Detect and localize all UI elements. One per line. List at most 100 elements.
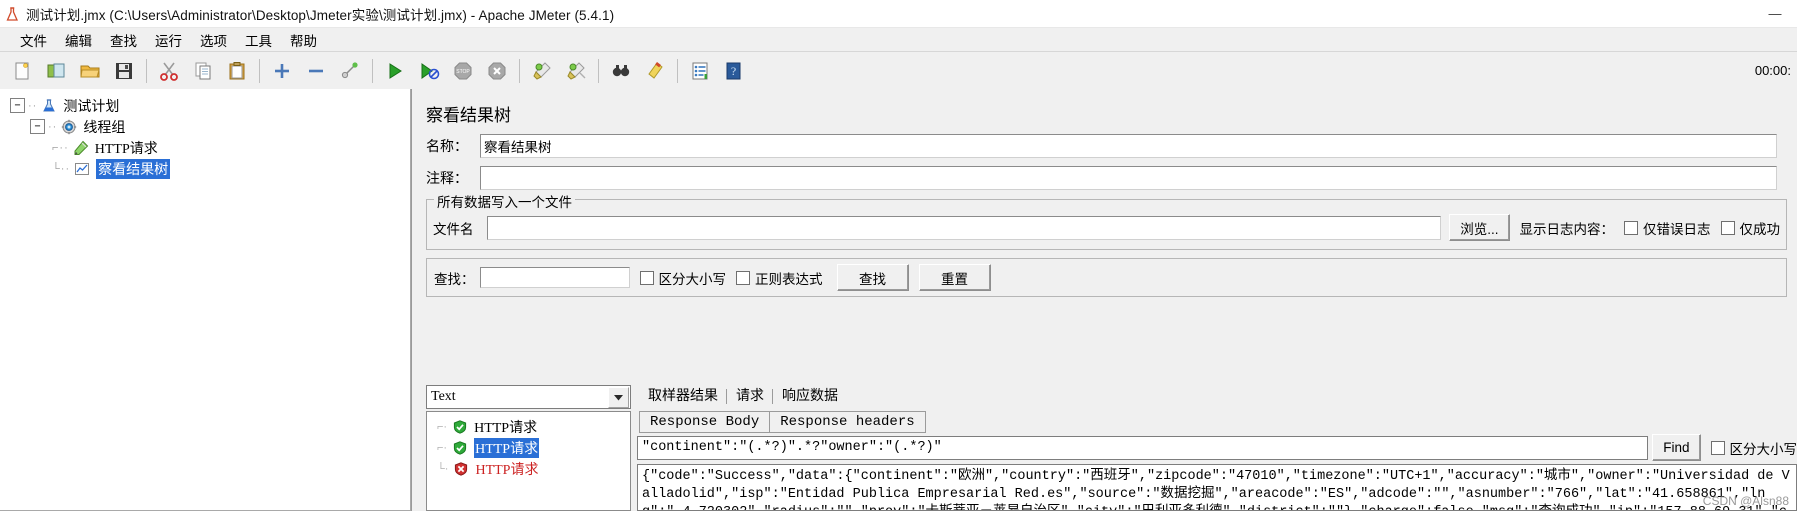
- jmeter-flask-icon: [0, 6, 26, 22]
- checkbox-response-case-sensitive[interactable]: [1710, 440, 1725, 455]
- subtab-response-headers[interactable]: Response headers: [769, 411, 926, 433]
- browse-button[interactable]: 浏览...: [1449, 214, 1510, 241]
- result-item-label: HTTP请求: [475, 462, 539, 478]
- menu-help[interactable]: 帮助: [281, 28, 326, 52]
- toolbar-group-run: STOP: [378, 55, 514, 87]
- window-title: 测试计划.jmx (C:\Users\Administrator\Desktop…: [26, 7, 615, 23]
- response-find-button[interactable]: Find: [1652, 434, 1701, 461]
- start-icon[interactable]: [379, 55, 411, 87]
- new-icon[interactable]: [6, 55, 38, 87]
- checkbox-errors-only[interactable]: [1624, 220, 1638, 235]
- toolbar-group-file: [5, 55, 141, 87]
- tree-label: HTTP请求: [94, 141, 158, 157]
- subtab-response-body[interactable]: Response Body: [639, 411, 771, 433]
- filename-label: 文件名: [433, 221, 474, 237]
- toolbar-group-search: [604, 55, 672, 87]
- result-item-label: HTTP请求: [474, 437, 540, 458]
- toolbar-group-tree: [265, 55, 367, 87]
- filename-input[interactable]: [487, 215, 1442, 240]
- checkbox-regex-label: 正则表达式: [755, 271, 823, 287]
- result-item-3[interactable]: └· HTTP请求: [427, 458, 630, 479]
- tab-sampler-result[interactable]: 取样器结果: [639, 385, 727, 407]
- collapse-icon[interactable]: [300, 55, 332, 87]
- menu-tools[interactable]: 工具: [236, 28, 281, 52]
- function-helper-icon[interactable]: [684, 55, 716, 87]
- tree-connector: ⌐··: [52, 141, 69, 154]
- menu-run[interactable]: 运行: [146, 28, 191, 52]
- watermark: CSDN @Alsn88: [1702, 494, 1789, 508]
- tree-connector: └··: [52, 162, 71, 175]
- jmeter-window: 测试计划.jmx (C:\Users\Administrator\Desktop…: [0, 0, 1797, 511]
- tab-response-data[interactable]: 响应数据: [773, 385, 847, 407]
- save-icon[interactable]: [108, 55, 140, 87]
- test-plan-icon: [39, 97, 59, 115]
- results-right-column: 取样器结果 请求 响应数据 Response Body Response hea…: [637, 385, 1797, 511]
- find-button[interactable]: 查找: [836, 264, 909, 291]
- open-icon[interactable]: [74, 55, 106, 87]
- stop-icon[interactable]: STOP: [447, 55, 479, 87]
- checkbox-regex[interactable]: [736, 270, 750, 285]
- sampler-result-list[interactable]: ⌐· HTTP请求 ⌐· HTTP请求 └· HTTP请求: [426, 411, 631, 511]
- checkbox-success-only-label: 仅成功: [1739, 221, 1781, 237]
- tree-connector: ··: [28, 99, 38, 112]
- cut-icon[interactable]: [153, 55, 185, 87]
- help-icon[interactable]: ?: [718, 55, 750, 87]
- comment-label: 注释：: [426, 170, 468, 186]
- renderer-combo[interactable]: Text: [426, 385, 631, 409]
- name-row: 名称： 察看结果树: [412, 132, 1797, 160]
- tree-node-http-request[interactable]: ⌐·· HTTP请求: [8, 137, 410, 158]
- tree-connector: ⌐·: [437, 441, 448, 454]
- success-shield-icon: [450, 439, 470, 457]
- expander-thread-group[interactable]: −: [30, 119, 45, 134]
- tree-node-test-plan[interactable]: − ·· 测试计划: [8, 95, 410, 116]
- clear-all-icon[interactable]: [560, 55, 592, 87]
- title-bar: 测试计划.jmx (C:\Users\Administrator\Desktop…: [0, 0, 1797, 28]
- toolbar-group-edit: [152, 55, 254, 87]
- result-item-2[interactable]: ⌐· HTTP请求: [427, 437, 630, 458]
- chevron-down-icon[interactable]: [608, 386, 629, 408]
- shutdown-icon[interactable]: [481, 55, 513, 87]
- comment-input[interactable]: [480, 166, 1777, 190]
- page-title: 察看结果树: [426, 106, 511, 125]
- expand-icon[interactable]: [266, 55, 298, 87]
- search-bar: 查找： 区分大小写 正则表达式 查找 重置: [426, 258, 1787, 297]
- tree-label: 测试计划: [63, 97, 120, 114]
- toolbar-group-clear: [525, 55, 593, 87]
- menu-file[interactable]: 文件: [11, 28, 56, 52]
- menu-options[interactable]: 选项: [191, 28, 236, 52]
- elapsed-clock: 00:00:: [1754, 63, 1791, 78]
- expander-test-plan[interactable]: −: [10, 98, 25, 113]
- window-controls: —: [1753, 0, 1797, 27]
- reset-button[interactable]: 重置: [918, 264, 991, 291]
- filename-row: 文件名 浏览... 显示日志内容： 仅错误日志 仅成功: [433, 214, 1780, 241]
- clear-icon[interactable]: [526, 55, 558, 87]
- test-plan-tree-pane[interactable]: − ·· 测试计划 − ·· 线程组 ⌐·· HTTP请求 └·· 察看结果树: [0, 89, 411, 511]
- checkbox-success-only[interactable]: [1720, 220, 1735, 235]
- response-find-input[interactable]: "continent":"(.*?)".*?"owner":"(.*?)": [637, 435, 1649, 460]
- results-left-column: Text ⌐· HTTP请求 ⌐· HTTP请求 └· HTTP请求: [426, 385, 631, 511]
- menu-search[interactable]: 查找: [101, 28, 146, 52]
- toolbar-group-help: ?: [683, 55, 751, 87]
- minimize-button[interactable]: —: [1753, 0, 1797, 27]
- toggle-icon[interactable]: [334, 55, 366, 87]
- templates-icon[interactable]: [40, 55, 72, 87]
- tree-connector: └·: [437, 462, 449, 475]
- response-body-text[interactable]: {"code":"Success","data":{"continent":"欧…: [637, 464, 1797, 511]
- start-no-pauses-icon[interactable]: [413, 55, 445, 87]
- response-find-row: "continent":"(.*?)".*?"owner":"(.*?)" Fi…: [637, 434, 1797, 461]
- toolbar-separator-4: [519, 59, 520, 83]
- toolbar: STOP ? 00:00:: [0, 52, 1797, 91]
- paste-icon[interactable]: [221, 55, 253, 87]
- search-input[interactable]: [479, 267, 630, 288]
- tree-node-thread-group[interactable]: − ·· 线程组: [8, 116, 410, 137]
- tree-connector: ⌐·: [437, 420, 448, 433]
- checkbox-case-sensitive[interactable]: [639, 270, 654, 285]
- result-item-1[interactable]: ⌐· HTTP请求: [427, 416, 630, 437]
- menu-edit[interactable]: 编辑: [56, 28, 101, 52]
- tree-node-view-results-tree[interactable]: └·· 察看结果树: [8, 158, 410, 179]
- tab-request[interactable]: 请求: [727, 385, 773, 407]
- name-input[interactable]: 察看结果树: [480, 134, 1777, 158]
- search-icon[interactable]: [605, 55, 637, 87]
- copy-icon[interactable]: [187, 55, 219, 87]
- search-reset-icon[interactable]: [639, 55, 671, 87]
